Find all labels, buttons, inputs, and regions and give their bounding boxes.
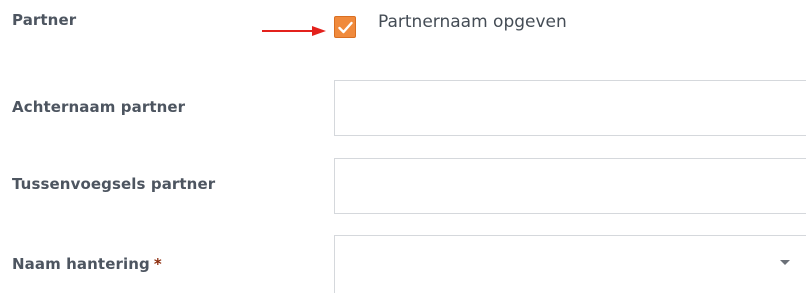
red-arrow-icon — [262, 26, 326, 36]
tussenvoegsels-partner-input[interactable] — [334, 158, 806, 214]
achternaam-partner-input[interactable] — [334, 80, 806, 136]
naam-hantering-select[interactable] — [334, 235, 806, 293]
tussenvoegsels-partner-label: Tussenvoegsels partner — [12, 175, 216, 193]
achternaam-partner-label: Achternaam partner — [12, 98, 186, 116]
naam-hantering-label-text: Naam hantering — [12, 255, 150, 273]
required-indicator: * — [153, 255, 162, 273]
checkmark-icon — [338, 21, 353, 34]
partnernaam-checkbox-label[interactable]: Partnernaam opgeven — [378, 12, 567, 32]
naam-hantering-label: Naam hantering * — [12, 255, 162, 273]
chevron-down-icon[interactable] — [780, 260, 790, 265]
partner-label: Partner — [12, 11, 77, 29]
partnernaam-checkbox[interactable] — [334, 16, 356, 38]
